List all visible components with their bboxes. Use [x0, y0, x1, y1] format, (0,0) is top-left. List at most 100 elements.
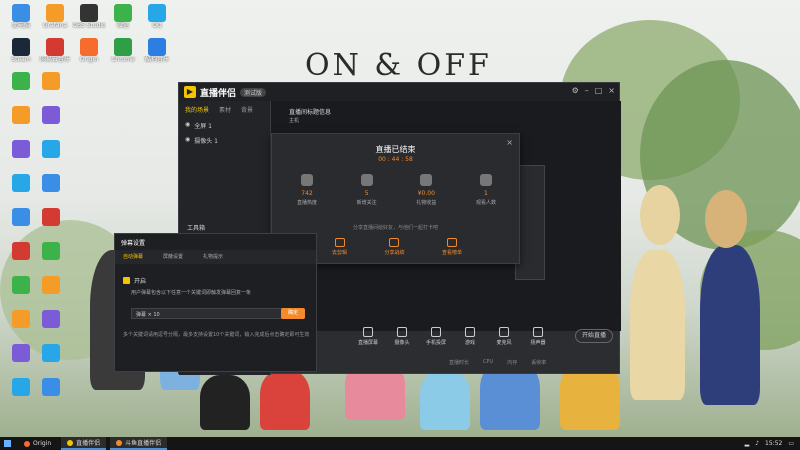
desktop-icon[interactable]: 网易云音乐 [38, 38, 72, 72]
keyword-input[interactable]: 弹幕 × 10 [131, 308, 291, 319]
tab-materials[interactable]: 素材 [219, 105, 231, 114]
desktop-icon[interactable] [4, 208, 38, 242]
eye-icon[interactable]: ◉ [185, 136, 190, 145]
camera-button[interactable]: 摄像头 [391, 327, 413, 349]
douyu-icon [116, 439, 123, 446]
taskbar-app-origin[interactable]: Origin [18, 437, 57, 450]
desktop-icon[interactable] [4, 242, 38, 276]
notification-icon[interactable]: ▭ [788, 440, 794, 447]
desktop-icon[interactable] [34, 106, 68, 140]
enable-checkbox[interactable]: 开启 [123, 276, 146, 285]
stat-value: ¥0.00 [417, 190, 435, 197]
desktop-icon-label: Origin [79, 56, 99, 63]
desktop-icon[interactable]: 此电脑 [4, 4, 38, 38]
live-app-icon [67, 439, 74, 446]
bb-label: 扬声器 [530, 340, 546, 346]
ranking-button[interactable]: 查看榜单 [442, 238, 462, 256]
desktop-icon[interactable] [34, 72, 68, 106]
desktop-icon[interactable] [4, 344, 38, 378]
app-icon [46, 4, 64, 22]
taskbar-app-live[interactable]: 直播伴侣 [61, 437, 107, 450]
tab-my-scenes[interactable]: 我的场景 [185, 105, 209, 114]
desktop-icon[interactable]: Steam [4, 38, 38, 72]
app-icon [42, 310, 60, 328]
scene-label: 摄像头 1 [194, 138, 218, 145]
app-icon [42, 276, 60, 294]
desktop-icon[interactable] [34, 208, 68, 242]
desktop-icon[interactable]: Grafana [38, 4, 72, 38]
tab-background[interactable]: 背景 [241, 105, 253, 114]
app-titlebar[interactable]: ▶ 直播伴侣 测试版 ⚙ – □ × [179, 83, 619, 101]
scene-item[interactable]: ◉ 全屏 1 [179, 118, 270, 133]
tab-gift-tips[interactable]: 礼物提示 [203, 253, 223, 261]
desktop-icon[interactable] [34, 344, 68, 378]
stat-viewers: 1 观看人数 [461, 174, 511, 206]
desktop-icon[interactable] [34, 140, 68, 174]
stat-label: 观看人数 [475, 200, 496, 206]
desktop-icon[interactable] [4, 106, 38, 140]
phone-cast-button[interactable]: 手机投屏 [425, 327, 447, 349]
desktop-icon[interactable] [4, 310, 38, 344]
mic-button[interactable]: 麦克风 [493, 327, 515, 349]
desktop-icon-label: 酷狗音乐 [144, 56, 169, 63]
desktop-icon[interactable] [34, 242, 68, 276]
confirm-button[interactable]: 确定 [281, 308, 305, 319]
app-icon [42, 140, 60, 158]
desktop-icon[interactable] [34, 310, 68, 344]
desktop-icon[interactable] [34, 276, 68, 310]
close-icon[interactable]: × [608, 86, 615, 95]
toolbox-label[interactable]: 工具箱 [187, 223, 205, 232]
speaker-button[interactable]: 扬声器 [527, 327, 549, 349]
desktop-icon-label: Grafana [42, 22, 68, 29]
stat-value: 5 [364, 190, 369, 197]
desktop-icon[interactable] [34, 378, 68, 412]
network-icon[interactable]: ▂ [745, 440, 750, 447]
stat-followers: 5 新增关注 [342, 174, 392, 206]
game-button[interactable]: 游戏 [459, 327, 481, 349]
desktop-icon[interactable] [4, 276, 38, 310]
stat-gifts: ¥0.00 礼物收益 [401, 174, 451, 206]
start-live-button[interactable]: 开始直播 [575, 329, 613, 343]
maximize-icon[interactable]: □ [595, 86, 603, 95]
tab-auto-danmaku[interactable]: 自动弹幕 [123, 253, 143, 261]
bb-label: 麦克风 [496, 340, 512, 346]
checkbox-icon[interactable] [123, 277, 130, 284]
room-title[interactable]: 直播间标题信息 [289, 107, 331, 116]
desktop-icon[interactable]: QQ [140, 4, 174, 38]
clip-button[interactable]: 去剪辑 [332, 238, 347, 256]
desktop-icon[interactable] [4, 140, 38, 174]
app-icon [42, 72, 60, 90]
settings-icon[interactable]: ⚙ [572, 86, 579, 95]
desktop-icon[interactable] [4, 174, 38, 208]
wallpaper-title: ON & OFF [305, 48, 492, 83]
desktop-icon[interactable]: 酷狗音乐 [140, 38, 174, 72]
clock[interactable]: 15:52 [765, 440, 782, 447]
bb-label: 手机投屏 [425, 340, 446, 346]
checkbox-label: 开启 [134, 278, 147, 285]
app-icon [12, 106, 30, 124]
desktop-icon[interactable] [4, 72, 38, 106]
eye-icon[interactable]: ◉ [185, 121, 190, 130]
status-item: 直播时长 [449, 360, 470, 366]
desktop-icon[interactable]: Origin [72, 38, 106, 72]
desktop-icon[interactable]: 微信 [106, 4, 140, 38]
desktop-icon-label: Chrome [111, 56, 135, 63]
scene-item[interactable]: ◉ 摄像头 1 [179, 133, 270, 148]
minimize-icon[interactable]: – [585, 86, 589, 95]
desktop-icon[interactable] [34, 174, 68, 208]
origin-icon [24, 440, 30, 447]
wallpaper-person [700, 245, 760, 405]
wallpaper-person [630, 250, 685, 400]
gift-icon [420, 174, 433, 186]
desktop-icon[interactable]: Chrome [106, 38, 140, 72]
desktop-icon[interactable] [4, 378, 38, 412]
share-button[interactable]: 分享战绩 [384, 238, 405, 256]
version-badge: 测试版 [240, 87, 267, 97]
start-button[interactable] [0, 437, 14, 450]
tab-block-settings[interactable]: 屏蔽设置 [163, 253, 183, 261]
desktop-icon[interactable]: OBS Studio [72, 4, 106, 38]
screen-capture-button[interactable]: 直播屏幕 [357, 327, 379, 349]
volume-icon[interactable]: ♪ [755, 440, 759, 447]
action-label: 去剪辑 [332, 250, 348, 256]
taskbar-app-douyu[interactable]: 斗鱼直播伴侣 [110, 437, 168, 450]
